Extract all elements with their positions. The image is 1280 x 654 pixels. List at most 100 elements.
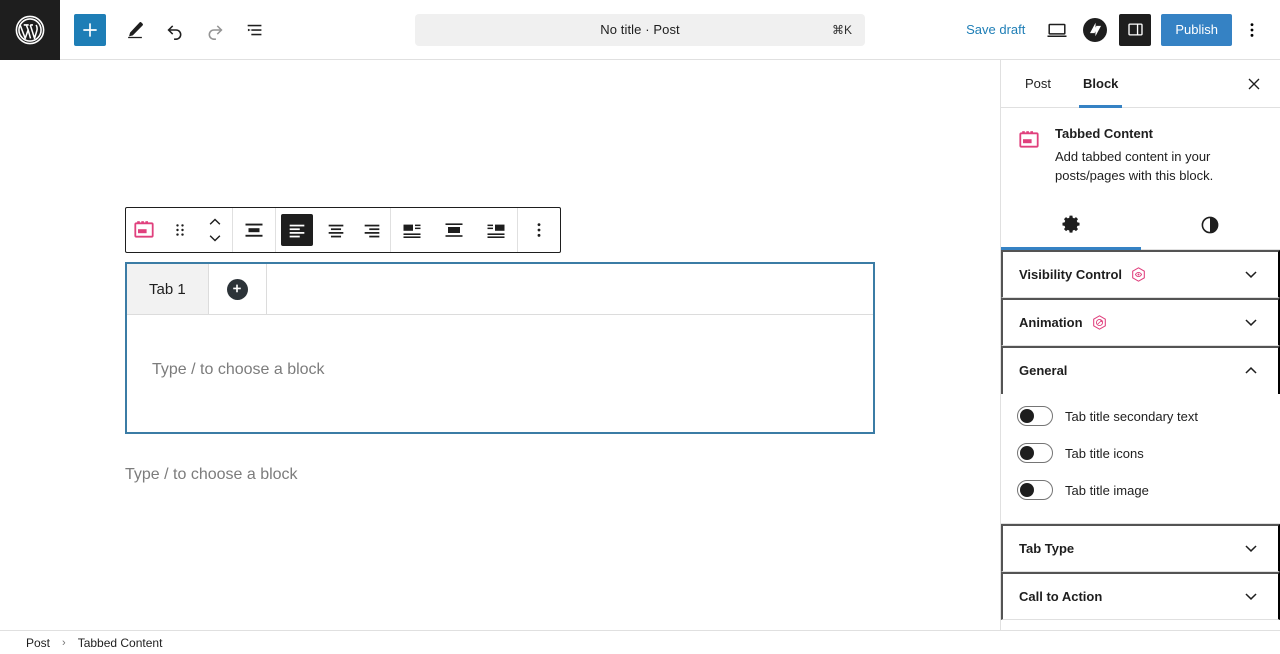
toggle-switch[interactable]	[1017, 443, 1053, 464]
close-icon	[1248, 78, 1260, 89]
position-center-button[interactable]	[433, 208, 475, 252]
command-bar[interactable]: No title · Post ⌘K	[415, 13, 865, 46]
chevron-down-icon	[1240, 585, 1262, 607]
plus-circle-icon	[226, 278, 248, 300]
sidebar-tabs: Post Block	[1001, 60, 1280, 108]
align-text-right-icon	[364, 224, 380, 238]
panel-label: Tab Type	[1019, 540, 1075, 556]
breadcrumb-item-post[interactable]: Post	[20, 634, 56, 652]
tab-styles[interactable]	[1141, 202, 1280, 249]
canvas-paragraph-placeholder[interactable]: Type / to choose a block	[125, 466, 298, 484]
chevron-down-icon	[1240, 263, 1262, 285]
add-tab-button[interactable]	[208, 264, 267, 314]
settings-sidebar: Post Block Tabbed Content Add tabbed con…	[1000, 60, 1280, 630]
block-align-button[interactable]	[233, 208, 275, 252]
settings-sidebar-toggle[interactable]	[1119, 13, 1152, 46]
document-overview-button[interactable]	[237, 12, 273, 48]
header-right-tools: Save draft Publish	[954, 12, 1280, 48]
tab-strip-empty-area	[266, 264, 873, 314]
pull-right-icon	[487, 224, 505, 238]
toggle-label: Tab title icons	[1065, 445, 1144, 461]
toggle-tab-title-secondary-text[interactable]: Tab title secondary text	[1017, 398, 1264, 435]
close-sidebar-button[interactable]	[1238, 68, 1270, 100]
redo-button[interactable]	[197, 12, 233, 48]
wordpress-logo-icon[interactable]	[0, 0, 60, 60]
pull-left-icon	[403, 224, 421, 238]
toggle-switch[interactable]	[1017, 480, 1053, 501]
toggle-label: Tab title secondary text	[1065, 408, 1198, 424]
tabbed-content-block-icon	[1017, 126, 1041, 186]
toggle-tab-title-image[interactable]: Tab title image	[1017, 472, 1264, 509]
text-align-left-button[interactable]	[281, 214, 313, 246]
tab-strip: Tab 1	[127, 264, 873, 315]
drag-handle-button[interactable]	[162, 208, 198, 252]
tools-edit-button[interactable]	[117, 12, 153, 48]
sidebar-toggle-icon	[1128, 23, 1143, 36]
panel-animation-label-wrap: Animation	[1019, 314, 1108, 331]
tabbed-content-block-icon	[134, 221, 154, 238]
tabbed-content-block[interactable]: Tab 1 Type / to choose a block	[125, 262, 875, 434]
block-breadcrumb: Post › Tabbed Content	[0, 630, 1280, 654]
block-options-button[interactable]	[518, 208, 560, 252]
undo-button[interactable]	[157, 12, 193, 48]
plus-icon	[83, 22, 97, 37]
breadcrumb-item-tabbed-content[interactable]: Tabbed Content	[72, 634, 169, 652]
kebab-menu-icon	[537, 223, 541, 237]
block-title: Tabbed Content	[1055, 126, 1153, 141]
panel-label: Animation	[1019, 314, 1083, 330]
panel-visibility-control[interactable]: Visibility Control	[1001, 249, 1280, 298]
document-overview-icon	[247, 24, 262, 35]
wordpress-block-editor: No title · Post ⌘K Save draft Publish Ta…	[0, 0, 1280, 654]
kebab-menu-icon	[1250, 22, 1254, 37]
tab-content-placeholder[interactable]: Type / to choose a block	[152, 361, 325, 379]
panel-general[interactable]: General	[1001, 345, 1280, 394]
block-toolbar-group-position	[391, 208, 518, 252]
editor-options-button[interactable]	[1234, 12, 1270, 48]
panel-visibility-control-label-wrap: Visibility Control	[1019, 266, 1147, 283]
premium-animation-badge	[1091, 314, 1108, 331]
align-text-left-icon	[289, 224, 305, 238]
block-toolbar	[125, 207, 561, 253]
text-align-center-button[interactable]	[318, 208, 354, 252]
breadcrumb-separator: ›	[62, 636, 66, 649]
position-left-button[interactable]	[391, 208, 433, 252]
chevron-down-icon	[1240, 537, 1262, 559]
toggle-knob	[1020, 446, 1034, 461]
tab-block[interactable]: Block	[1067, 60, 1134, 108]
panel-tab-type[interactable]: Tab Type	[1001, 523, 1280, 572]
premium-eye-badge	[1130, 266, 1147, 283]
jetpack-logo-icon	[1083, 17, 1108, 42]
block-info-text: Tabbed Content Add tabbed content in you…	[1055, 126, 1264, 186]
block-type-button[interactable]	[126, 208, 162, 252]
add-block-button[interactable]	[74, 13, 106, 46]
gear-settings-icon	[1062, 215, 1080, 233]
text-align-right-button[interactable]	[354, 208, 390, 252]
block-toolbar-group-more	[518, 208, 560, 252]
toggle-knob	[1020, 409, 1034, 424]
toggle-tab-title-icons[interactable]: Tab title icons	[1017, 435, 1264, 472]
toggle-switch[interactable]	[1017, 406, 1053, 427]
align-text-center-icon	[328, 224, 344, 238]
block-description: Add tabbed content in your posts/pages w…	[1055, 149, 1214, 183]
move-up-button[interactable]	[206, 214, 224, 230]
position-right-button[interactable]	[475, 208, 517, 252]
move-down-button[interactable]	[206, 230, 224, 246]
sidebar-icon-tabs	[1001, 202, 1280, 250]
tab-settings[interactable]	[1001, 202, 1141, 250]
chevron-down-icon	[1240, 311, 1262, 333]
panel-label: Visibility Control	[1019, 266, 1123, 282]
editor-body: Tab 1 Type / to choose a block Type / to…	[0, 60, 1280, 630]
panel-tab-type-label-wrap: Tab Type	[1019, 541, 1074, 556]
tab-item[interactable]: Tab 1	[127, 264, 209, 314]
panel-label: General	[1019, 363, 1068, 379]
desktop-preview-icon	[1047, 23, 1067, 37]
panel-call-to-action[interactable]: Call to Action	[1001, 571, 1280, 620]
panel-general-label-wrap: General	[1019, 363, 1067, 378]
chevron-up-icon	[209, 218, 221, 225]
panel-animation[interactable]: Animation	[1001, 297, 1280, 346]
publish-button[interactable]: Publish	[1161, 13, 1232, 46]
preview-button[interactable]	[1039, 12, 1075, 48]
jetpack-button[interactable]	[1077, 12, 1113, 48]
tab-post[interactable]: Post	[1009, 60, 1067, 107]
save-draft-button[interactable]: Save draft	[954, 16, 1037, 43]
